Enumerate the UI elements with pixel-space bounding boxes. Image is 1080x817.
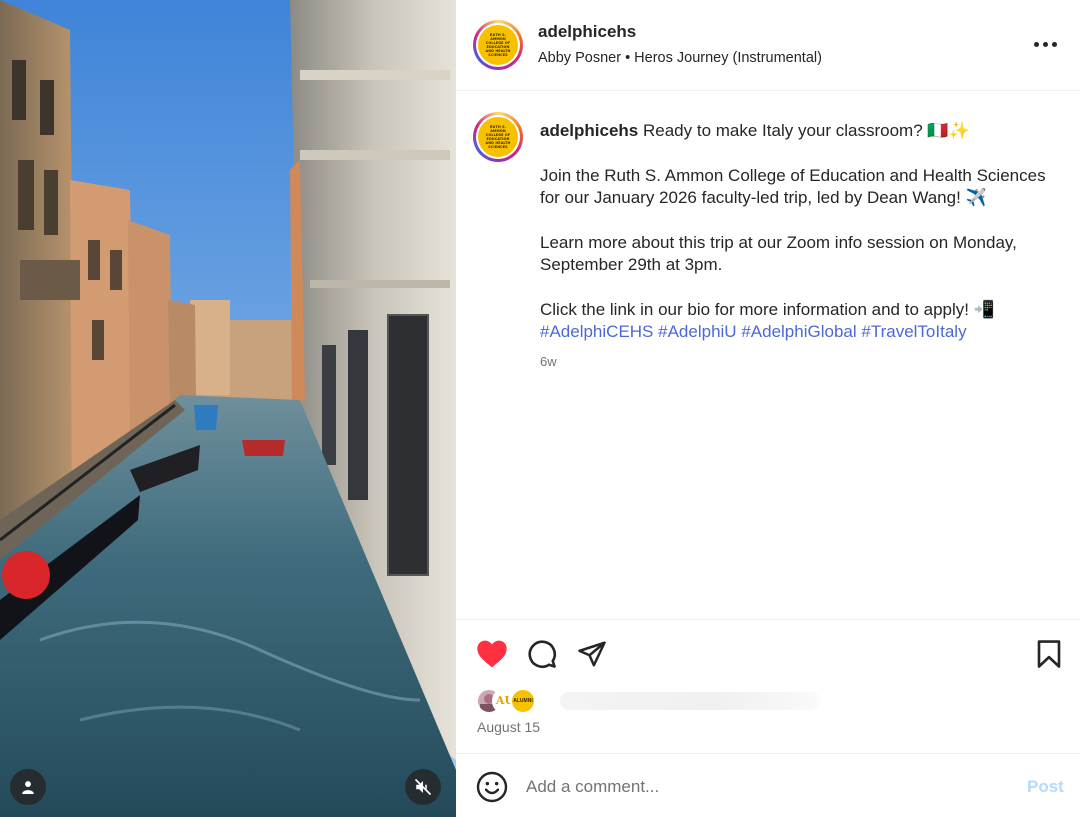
- caption-line-1: Ready to make Italy your classroom? 🇮🇹✨: [643, 121, 970, 140]
- more-horizontal-icon: [1033, 41, 1039, 47]
- venice-canal-photo: [0, 0, 456, 817]
- author-avatar[interactable]: RUTH S. AMMON COLLEGE OF EDUCATION AND H…: [473, 20, 523, 70]
- audio-separator: •: [625, 50, 631, 66]
- avatar-logo-text: RUTH S. AMMON COLLEGE OF EDUCATION AND H…: [485, 33, 511, 57]
- user-tag-icon: [22, 781, 34, 794]
- post-media[interactable]: [0, 0, 456, 817]
- mute-toggle-button[interactable]: [405, 769, 441, 805]
- hashtags: #AdelphiCEHS #AdelphiU #AdelphiGlobal #T…: [540, 321, 1070, 344]
- caption-section: RUTH S. AMMON COLLEGE OF EDUCATION AND H…: [456, 92, 1080, 620]
- more-options-button[interactable]: [1028, 32, 1062, 56]
- liker-avatar: ALUMNI: [510, 688, 536, 714]
- heart-filled-icon: [477, 640, 507, 668]
- hashtag-link[interactable]: #AdelphiU: [658, 322, 736, 341]
- post-date[interactable]: August 15: [477, 719, 540, 735]
- liked-by-row[interactable]: AU ALUMNI: [476, 688, 820, 714]
- hashtag-link[interactable]: #TravelToItaly: [861, 322, 966, 341]
- post-header: RUTH S. AMMON COLLEGE OF EDUCATION AND H…: [456, 0, 1080, 91]
- hashtag-link[interactable]: #AdelphiGlobal: [741, 322, 856, 341]
- post-sidebar: RUTH S. AMMON COLLEGE OF EDUCATION AND H…: [456, 0, 1080, 817]
- caption-line-2: Join the Ruth S. Ammon College of Educat…: [540, 165, 1046, 208]
- more-dot: [1051, 41, 1057, 47]
- bookmark-icon: [1037, 640, 1061, 668]
- liked-by-text-blurred: [560, 692, 820, 710]
- author-username[interactable]: adelphicehs: [538, 22, 636, 42]
- audio-track: Heros Journey (Instrumental): [634, 50, 822, 66]
- audio-attribution[interactable]: Abby Posner • Heros Journey (Instrumenta…: [538, 50, 822, 66]
- caption-avatar[interactable]: RUTH S. AMMON COLLEGE OF EDUCATION AND H…: [473, 112, 523, 162]
- tagged-users-button[interactable]: [10, 769, 46, 805]
- comment-button[interactable]: [524, 636, 560, 672]
- post-comment-button[interactable]: Post: [1027, 777, 1064, 797]
- hashtag-link[interactable]: #AdelphiCEHS: [540, 322, 653, 341]
- caption-text: adelphicehs Ready to make Italy your cla…: [540, 120, 1070, 373]
- save-button[interactable]: [1031, 636, 1067, 672]
- comment-icon: [528, 640, 556, 668]
- action-bar: [456, 636, 1080, 672]
- speaker-muted-icon: [414, 778, 432, 796]
- more-dot: [1042, 41, 1048, 47]
- share-button[interactable]: [574, 636, 610, 672]
- post-time-ago[interactable]: 6w: [540, 351, 1070, 374]
- comment-input[interactable]: [526, 774, 996, 800]
- emoji-icon[interactable]: [476, 771, 508, 803]
- like-button[interactable]: [474, 636, 510, 672]
- send-icon: [578, 641, 606, 667]
- liker-avatar-3-text: ALUMNI: [513, 698, 533, 704]
- caption-line-4: Click the link in our bio for more infor…: [540, 299, 995, 319]
- caption-username[interactable]: adelphicehs: [540, 121, 638, 140]
- comment-composer: Post: [456, 753, 1080, 817]
- caption-line-3: Learn more about this trip at our Zoom i…: [540, 232, 1017, 275]
- audio-artist: Abby Posner: [538, 50, 622, 66]
- avatar-logo-text: RUTH S. AMMON COLLEGE OF EDUCATION AND H…: [485, 125, 511, 149]
